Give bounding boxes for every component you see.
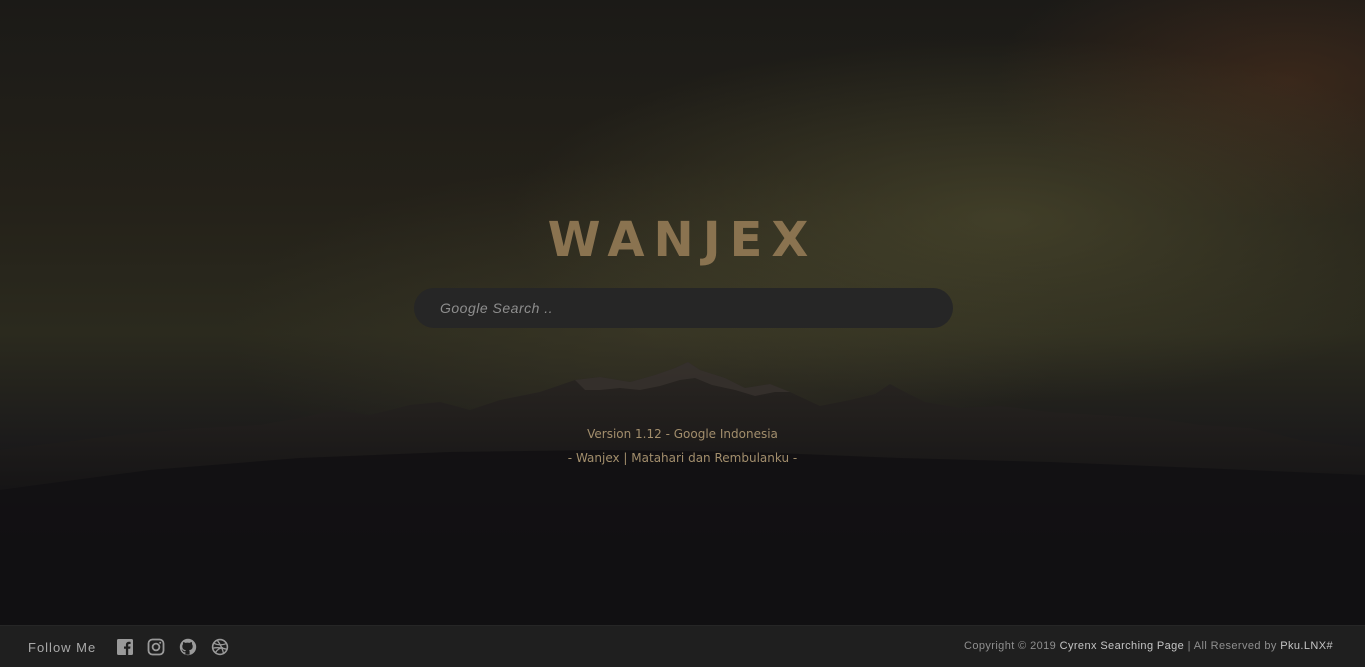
- page-background: WANJEX Version 1.12 - Google Indonesia -…: [0, 0, 1365, 667]
- version-text: Version 1.12 - Google Indonesia: [587, 427, 778, 441]
- instagram-icon[interactable]: [147, 638, 165, 656]
- copyright-site-link[interactable]: Cyrenx Searching Page: [1060, 640, 1185, 652]
- copyright-prefix: Copyright © 2019: [964, 640, 1060, 652]
- copyright-middle: | All Reserved by: [1184, 640, 1281, 652]
- search-bar: [414, 288, 953, 328]
- facebook-icon[interactable]: [116, 638, 134, 656]
- site-logo: WANJEX: [547, 212, 818, 268]
- tagline-text: - Wanjex | Matahari dan Rembulanku -: [567, 451, 798, 465]
- follow-me-label: Follow Me: [28, 640, 97, 655]
- github-icon[interactable]: [179, 638, 197, 656]
- copyright-text: Copyright © 2019 Cyrenx Searching Page |…: [964, 640, 1333, 652]
- dribbble-icon[interactable]: [211, 638, 229, 656]
- mountain-silhouette: [0, 362, 1365, 630]
- footer: Follow Me Copyright © 2019 Cyrenx Search…: [0, 625, 1365, 667]
- search-input[interactable]: [414, 288, 953, 328]
- copyright-author-link[interactable]: Pku.LNX#: [1280, 640, 1333, 652]
